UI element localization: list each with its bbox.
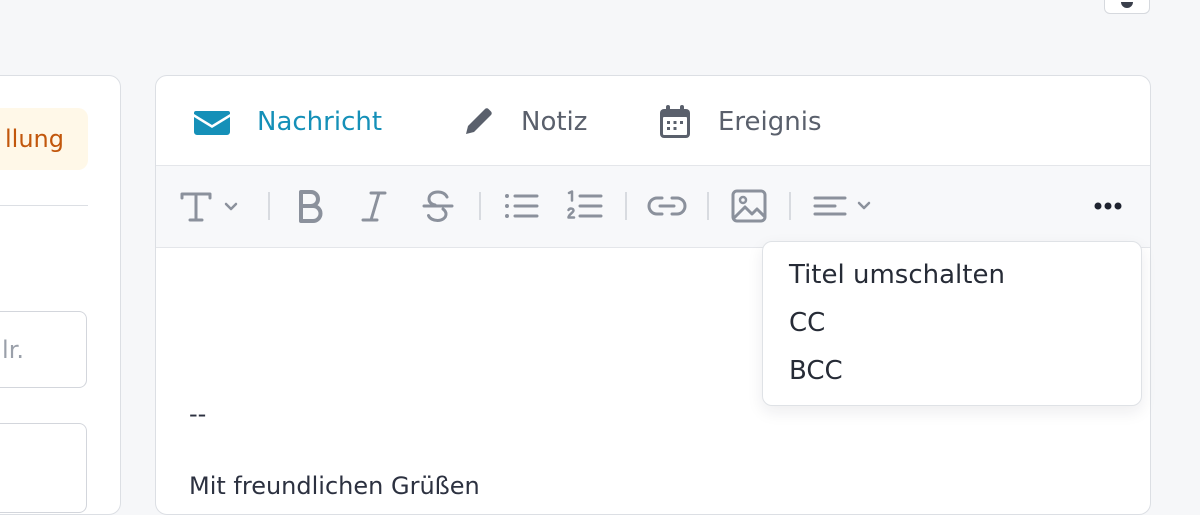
more-icon <box>1094 202 1122 210</box>
text-style-icon <box>180 192 238 222</box>
bold-icon <box>299 190 323 223</box>
status-badge: llung <box>0 108 88 170</box>
image-icon <box>731 189 767 223</box>
toolbar-separator <box>479 192 481 220</box>
strikethrough-button[interactable] <box>418 186 458 226</box>
numbered-list-button[interactable] <box>565 186 605 226</box>
toolbar-separator <box>625 192 627 220</box>
bullet-list-button[interactable] <box>501 186 541 226</box>
menu-item-bcc[interactable]: BCC <box>763 348 1141 396</box>
empty-line <box>189 432 480 468</box>
numbered-list-icon <box>567 190 603 219</box>
menu-item-titel-umschalten[interactable]: Titel umschalten <box>763 252 1141 300</box>
bold-button[interactable] <box>290 186 330 226</box>
toolbar-separator <box>707 192 709 220</box>
bullet-list-icon <box>505 194 539 218</box>
tab-ereignis[interactable]: Ereignis <box>658 102 822 142</box>
link-button[interactable] <box>647 186 687 226</box>
signature-greeting: Mit freundlichen Grüßen <box>189 472 480 500</box>
italic-button[interactable] <box>354 186 394 226</box>
tab-nachricht-label: Nachricht <box>257 107 383 137</box>
align-left-icon <box>813 196 871 216</box>
italic-icon <box>361 191 387 222</box>
image-button[interactable] <box>729 186 769 226</box>
tab-ereignis-label: Ereignis <box>718 107 822 137</box>
tab-notiz[interactable]: Notiz <box>461 102 587 142</box>
corner-icon <box>1121 2 1133 8</box>
strikethrough-icon <box>422 190 454 223</box>
left-input-field[interactable]: lr. <box>0 311 87 388</box>
align-button[interactable] <box>811 186 879 226</box>
toolbar-separator <box>268 192 270 220</box>
calendar-icon <box>660 105 690 138</box>
left-input-placeholder: lr. <box>2 335 24 364</box>
link-icon <box>647 196 687 216</box>
tab-nachricht[interactable]: Nachricht <box>193 102 382 142</box>
text-style-button[interactable] <box>178 186 246 226</box>
envelope-icon <box>194 111 230 135</box>
formatting-toolbar <box>156 166 1150 248</box>
left-input-field-2[interactable] <box>0 423 87 513</box>
corner-button[interactable] <box>1104 0 1150 14</box>
left-divider <box>0 205 88 206</box>
toolbar-separator <box>789 192 791 220</box>
status-badge-label: llung <box>5 125 64 153</box>
pencil-icon <box>466 108 492 134</box>
editor-tabs: Nachricht Notiz Ereignis <box>156 76 1150 166</box>
signature-separator: -- <box>189 400 207 428</box>
tab-notiz-label: Notiz <box>521 107 588 137</box>
menu-item-cc[interactable]: CC <box>763 300 1141 348</box>
more-options-button[interactable] <box>1090 186 1130 226</box>
more-options-menu: Titel umschalten CC BCC <box>762 241 1142 406</box>
